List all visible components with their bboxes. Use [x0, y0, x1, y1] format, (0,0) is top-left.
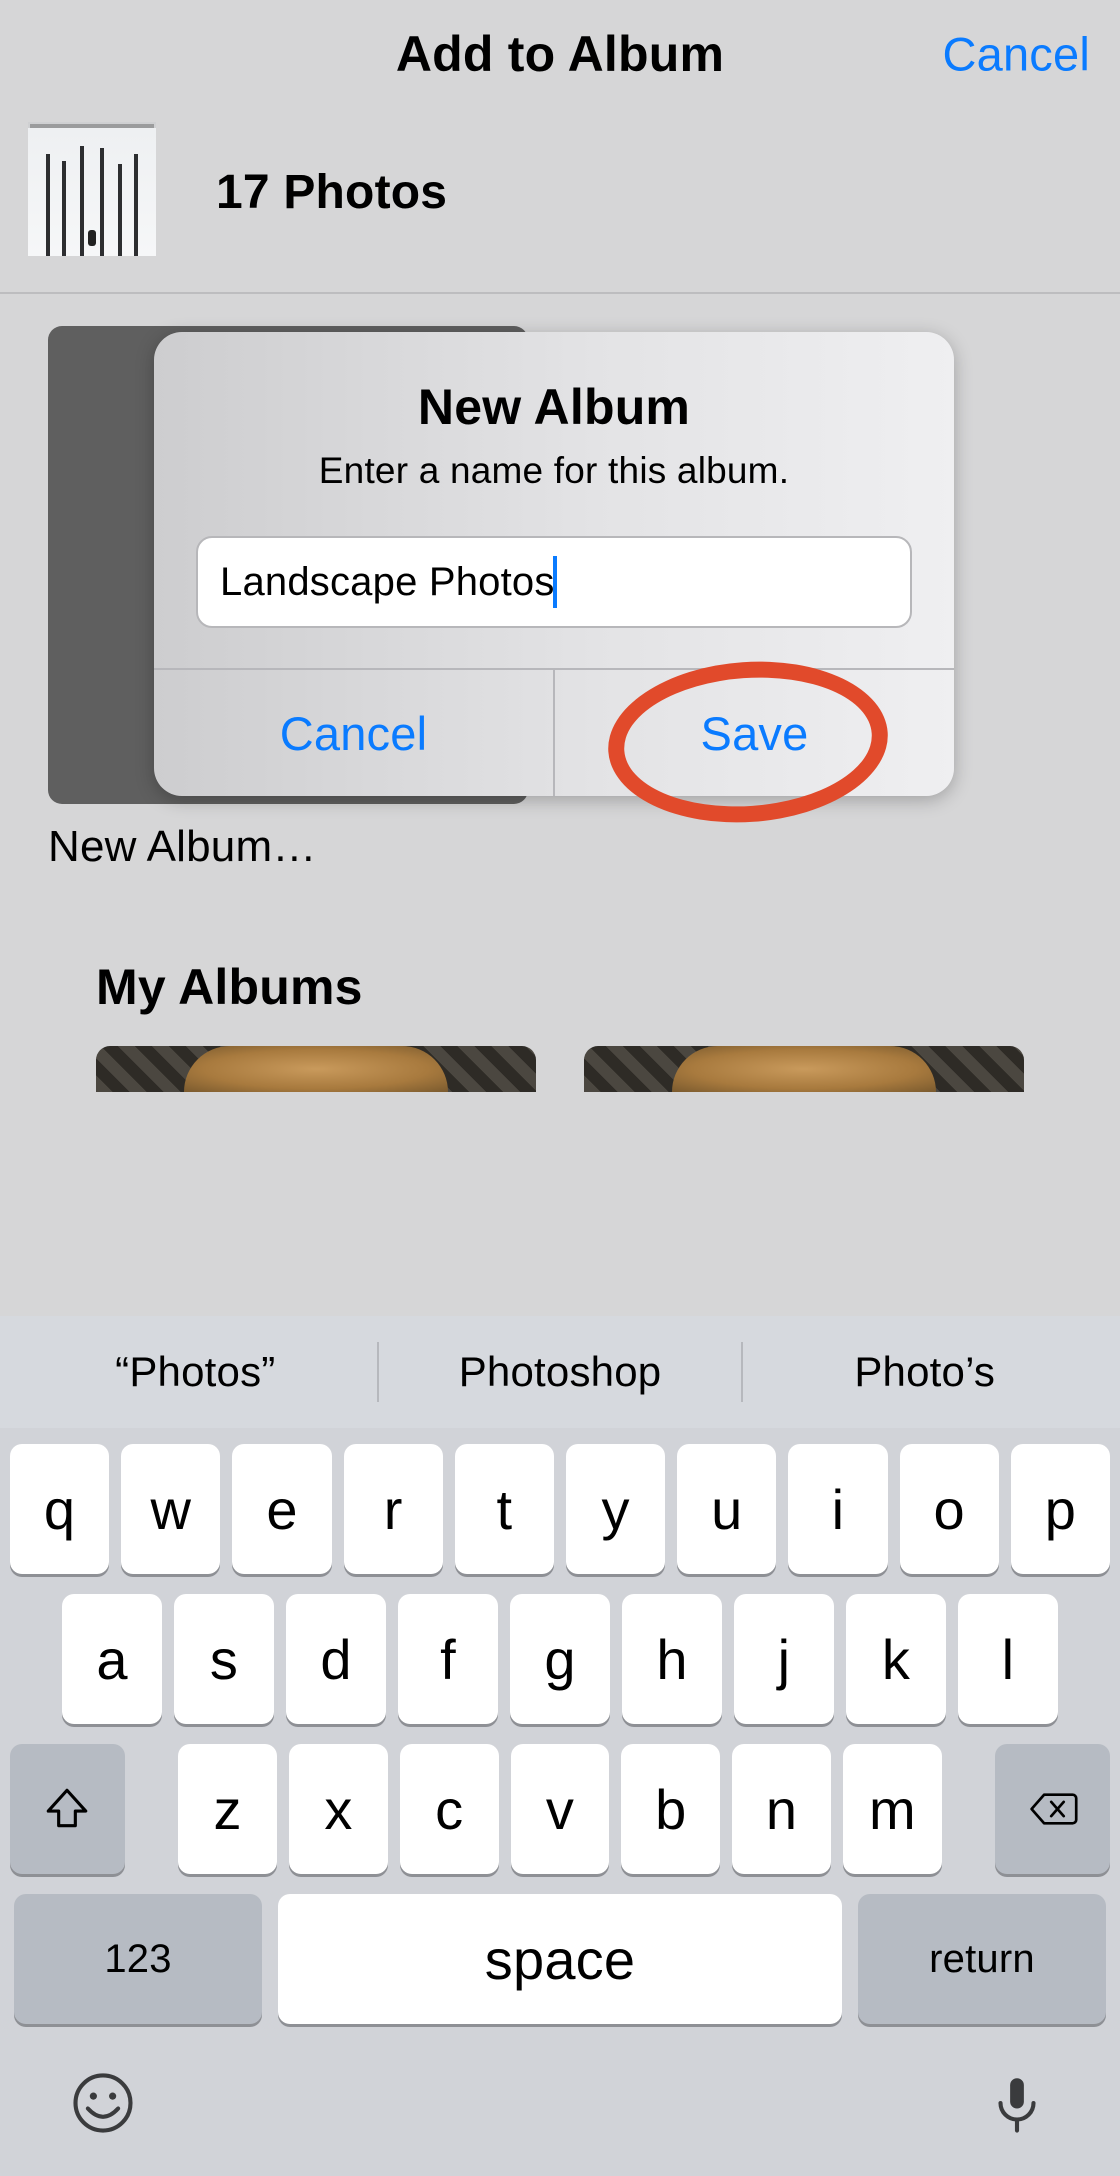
selection-count: 17 Photos — [216, 165, 447, 220]
key-row-4: 123 space return — [10, 1894, 1110, 2046]
space-key[interactable]: space — [278, 1894, 842, 2024]
key-m[interactable]: m — [843, 1744, 942, 1874]
album-tile[interactable] — [96, 1046, 536, 1092]
key-c[interactable]: c — [400, 1744, 499, 1874]
key-i[interactable]: i — [788, 1444, 887, 1574]
keyboard-suggestions: “Photos” Photoshop Photo’s — [0, 1316, 1120, 1428]
key-g[interactable]: g — [510, 1594, 610, 1724]
emoji-key[interactable] — [70, 2070, 136, 2136]
sheet-title: Add to Album — [396, 25, 724, 83]
suggestion[interactable]: Photo’s — [743, 1348, 1106, 1396]
album-name-value: Landscape Photos — [220, 560, 555, 605]
key-x[interactable]: x — [289, 1744, 388, 1874]
onscreen-keyboard: “Photos” Photoshop Photo’s q w e r t y u… — [0, 1316, 1120, 2176]
key-o[interactable]: o — [900, 1444, 999, 1574]
key-r[interactable]: r — [344, 1444, 443, 1574]
shift-key[interactable] — [10, 1744, 125, 1874]
microphone-icon — [984, 2070, 1050, 2136]
album-tile[interactable] — [584, 1046, 1024, 1092]
emoji-icon — [70, 2070, 136, 2136]
key-t[interactable]: t — [455, 1444, 554, 1574]
cancel-button[interactable]: Cancel — [942, 27, 1090, 82]
key-q[interactable]: q — [10, 1444, 109, 1574]
key-row-1: q w e r t y u i o p — [10, 1444, 1110, 1574]
key-p[interactable]: p — [1011, 1444, 1110, 1574]
key-u[interactable]: u — [677, 1444, 776, 1574]
alert-cancel-button[interactable]: Cancel — [154, 670, 553, 796]
key-d[interactable]: d — [286, 1594, 386, 1724]
key-w[interactable]: w — [121, 1444, 220, 1574]
key-row-2: a s d f g h j k l — [10, 1594, 1110, 1724]
key-b[interactable]: b — [621, 1744, 720, 1874]
suggestion[interactable]: Photoshop — [379, 1348, 742, 1396]
selection-thumbnail — [28, 128, 156, 256]
key-row-3: z x c v b n m — [10, 1744, 1110, 1874]
shift-icon — [42, 1784, 92, 1834]
new-album-label: New Album… — [48, 822, 1072, 872]
key-n[interactable]: n — [732, 1744, 831, 1874]
selection-summary: 17 Photos — [0, 108, 1120, 292]
return-key[interactable]: return — [858, 1894, 1106, 2024]
key-y[interactable]: y — [566, 1444, 665, 1574]
key-f[interactable]: f — [398, 1594, 498, 1724]
my-albums-heading: My Albums — [96, 958, 1024, 1016]
key-z[interactable]: z — [178, 1744, 277, 1874]
suggestion[interactable]: “Photos” — [14, 1348, 377, 1396]
key-a[interactable]: a — [62, 1594, 162, 1724]
key-j[interactable]: j — [734, 1594, 834, 1724]
alert-subtitle: Enter a name for this album. — [196, 450, 912, 492]
key-l[interactable]: l — [958, 1594, 1058, 1724]
backspace-icon — [1028, 1784, 1078, 1834]
dictation-key[interactable] — [984, 2070, 1050, 2136]
numbers-key[interactable]: 123 — [14, 1894, 262, 2024]
key-s[interactable]: s — [174, 1594, 274, 1724]
new-album-alert: New Album Enter a name for this album. L… — [154, 332, 954, 796]
text-caret — [553, 556, 557, 608]
album-name-input[interactable]: Landscape Photos — [196, 536, 912, 628]
key-k[interactable]: k — [846, 1594, 946, 1724]
sheet-header: Add to Album Cancel — [0, 0, 1120, 108]
key-h[interactable]: h — [622, 1594, 722, 1724]
key-e[interactable]: e — [232, 1444, 331, 1574]
backspace-key[interactable] — [995, 1744, 1110, 1874]
alert-title: New Album — [196, 378, 912, 436]
key-v[interactable]: v — [511, 1744, 610, 1874]
alert-save-button[interactable]: Save — [553, 670, 954, 796]
